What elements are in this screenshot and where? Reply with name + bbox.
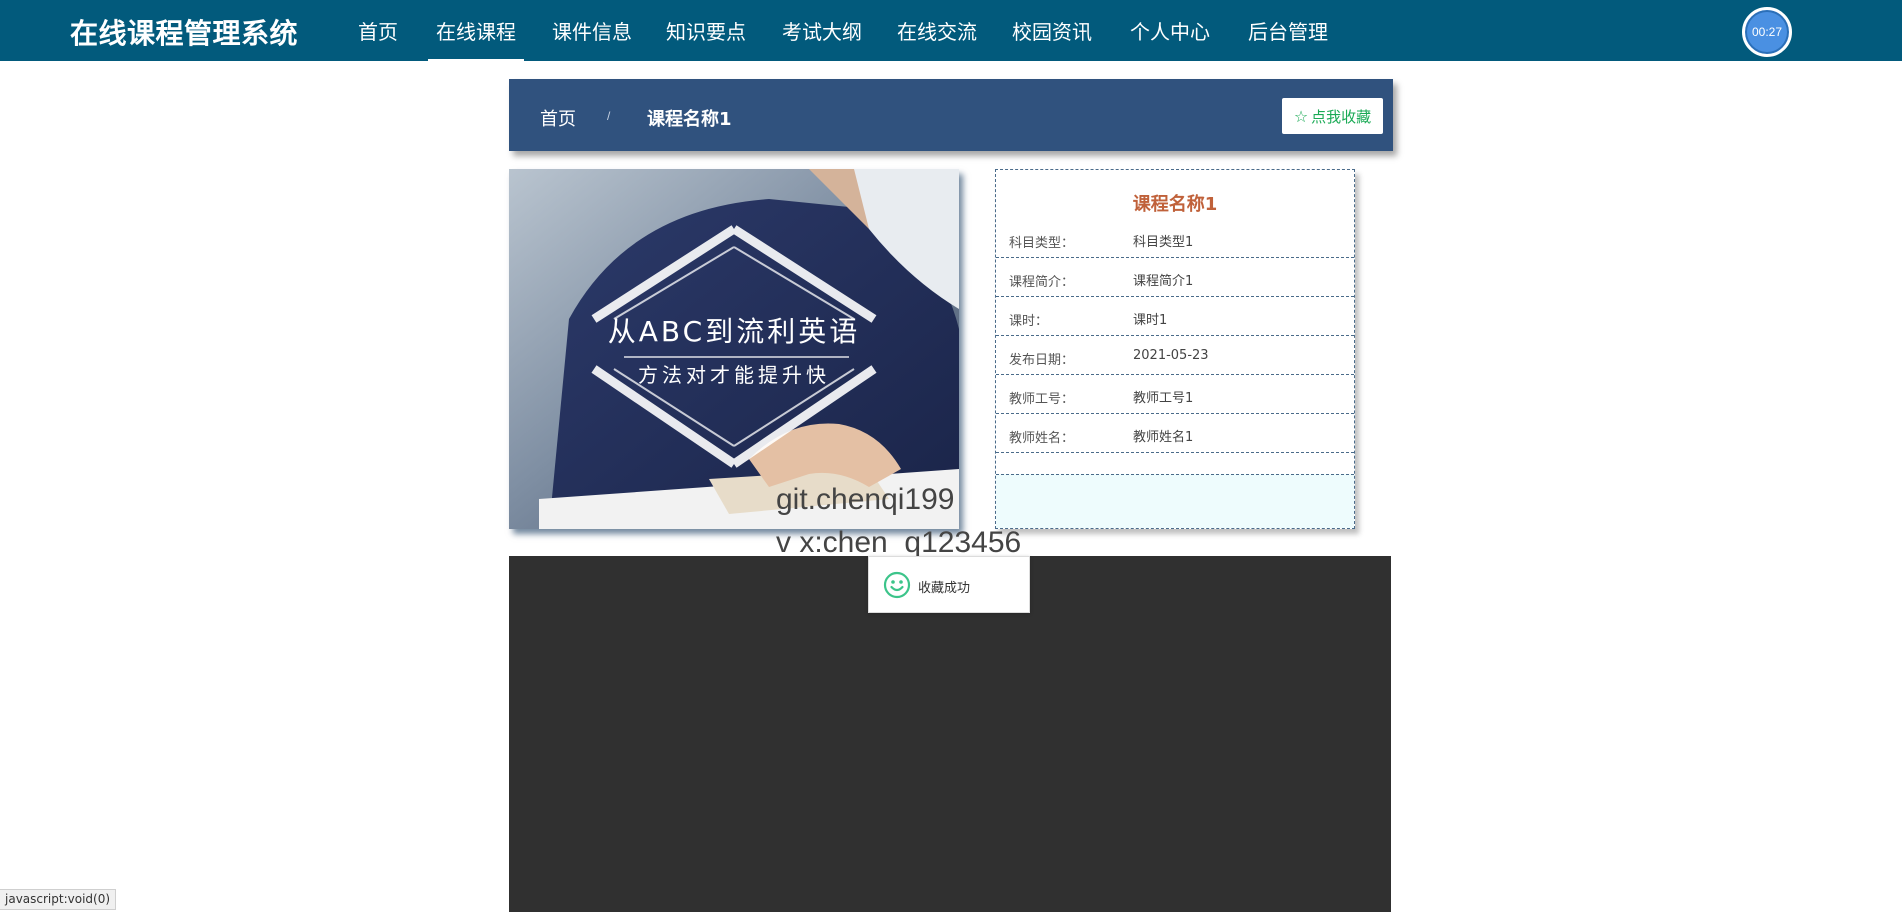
- breadcrumb-current: 课程名称1: [647, 109, 732, 130]
- star-outline-icon: ☆: [1293, 106, 1309, 126]
- detail-key: 课时：: [1009, 314, 1049, 329]
- detail-value: 科目类型1: [1133, 235, 1194, 250]
- detail-row: 课程简介： 课程简介1: [996, 258, 1354, 297]
- site-brand[interactable]: 在线课程管理系统: [70, 12, 298, 52]
- detail-footer: [996, 474, 1354, 528]
- timer-badge[interactable]: 00:27: [1742, 7, 1792, 57]
- detail-key: 教师姓名：: [1009, 431, 1075, 446]
- detail-row: 教师姓名： 教师姓名1: [996, 414, 1354, 453]
- detail-value: 课程简介1: [1133, 274, 1194, 289]
- nav-item-online-exchange[interactable]: 在线交流: [897, 16, 977, 45]
- favorite-button-label: 点我收藏: [1311, 107, 1372, 126]
- course-detail-card: 课程名称1 科目类型： 科目类型1 课程简介： 课程简介1 课时： 课时1 发布…: [995, 169, 1355, 529]
- detail-value: 课时1: [1133, 313, 1168, 328]
- detail-row: 科目类型： 科目类型1: [996, 219, 1354, 258]
- nav-item-admin[interactable]: 后台管理: [1248, 16, 1328, 45]
- breadcrumb: 首页 / 课程名称1 ☆ 点我收藏: [509, 79, 1393, 151]
- nav-item-courseware[interactable]: 课件信息: [552, 16, 632, 45]
- cover-subline: 方法对才能提升快: [638, 363, 830, 387]
- watermark-line-1: git.chenqi199: [776, 483, 955, 516]
- breadcrumb-separator: /: [607, 109, 611, 123]
- detail-row: 教师工号： 教师工号1: [996, 375, 1354, 414]
- detail-key: 教师工号：: [1009, 392, 1075, 407]
- detail-key: 发布日期：: [1009, 353, 1075, 368]
- watermark-line-2: v x:chen_q123456: [776, 526, 1022, 559]
- toast-text: 收藏成功: [918, 581, 971, 596]
- top-navbar: 在线课程管理系统 首页 在线课程 课件信息 知识要点 考试大纲 在线交流 校园资…: [0, 0, 1902, 61]
- detail-key: 课程简介：: [1009, 275, 1075, 290]
- nav-item-online-courses[interactable]: 在线课程: [428, 16, 524, 61]
- toast-message: 收藏成功: [868, 556, 1030, 613]
- nav-item-knowledge-points[interactable]: 知识要点: [666, 16, 746, 45]
- cover-headline: 从ABC到流利英语: [608, 315, 860, 348]
- nav-item-campus-news[interactable]: 校园资讯: [1012, 16, 1092, 45]
- browser-status-bar: javascript:void(0): [0, 889, 117, 910]
- detail-row: 课时： 课时1: [996, 297, 1354, 336]
- nav-item-exam-outline[interactable]: 考试大纲: [782, 16, 862, 45]
- detail-value: 2021-05-23: [1133, 348, 1209, 363]
- detail-key: 科目类型：: [1009, 236, 1075, 251]
- favorite-button[interactable]: ☆ 点我收藏: [1282, 98, 1383, 134]
- smile-icon: [883, 571, 911, 599]
- nav-item-personal-center[interactable]: 个人中心: [1130, 16, 1210, 45]
- detail-value: 教师工号1: [1133, 391, 1194, 406]
- detail-value: 教师姓名1: [1133, 430, 1194, 445]
- nav-item-home[interactable]: 首页: [358, 16, 398, 45]
- detail-row: 发布日期： 2021-05-23: [996, 336, 1354, 375]
- breadcrumb-home-link[interactable]: 首页: [540, 105, 576, 131]
- course-cover-image: 从ABC到流利英语 方法对才能提升快: [509, 169, 959, 529]
- course-title: 课程名称1: [1132, 194, 1218, 215]
